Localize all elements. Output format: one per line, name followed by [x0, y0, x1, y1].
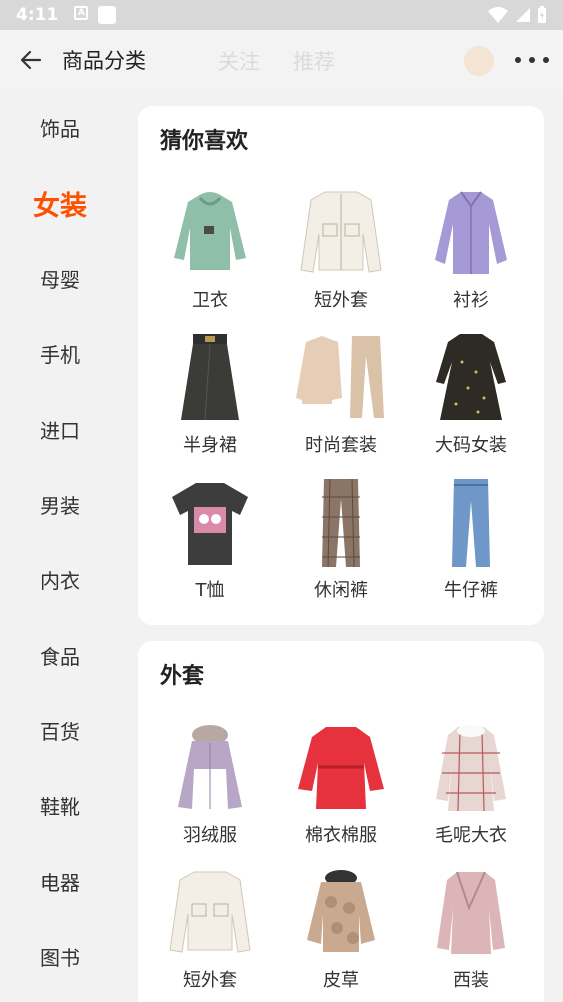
ghost-tab-follow: 关注	[218, 50, 260, 74]
category-tile-short-jacket[interactable]: 短外套	[276, 178, 406, 316]
tile-label: 羽绒服	[183, 825, 237, 846]
section-card-recommended: 猜你喜欢 卫衣 短外套 衬衫 半身裙 时尚套装 大码女装 T恤 休闲裤 牛仔裤	[138, 106, 544, 625]
category-tile-jeans[interactable]: 牛仔裤	[406, 468, 536, 606]
category-tile-padded-coat[interactable]: 棉衣棉服	[276, 713, 406, 851]
sidebar-item-shoes[interactable]: 鞋靴	[0, 775, 120, 835]
category-tile-casual-pants[interactable]: 休闲裤	[276, 468, 406, 606]
tile-label: 短外套	[314, 290, 368, 311]
tile-label: 西装	[453, 970, 489, 991]
more-dot	[515, 57, 521, 63]
sidebar-item-label: 饰品	[40, 116, 80, 141]
tile-label: 卫衣	[192, 290, 228, 311]
sidebar-item-label: 手机	[40, 342, 80, 367]
wifi-icon	[488, 7, 508, 23]
category-tile-wool-coat[interactable]: 毛呢大衣	[406, 713, 536, 851]
more-button[interactable]	[515, 44, 549, 76]
tile-label: 大码女装	[435, 435, 507, 456]
category-tile-down-jacket[interactable]: 羽绒服	[145, 713, 275, 851]
arrow-left-icon	[20, 50, 42, 70]
sidebar-item-mens[interactable]: 男装	[0, 474, 120, 534]
status-time: 4:11	[16, 5, 59, 25]
shirt-icon	[426, 184, 516, 282]
ghost-avatar	[464, 46, 494, 76]
top-bar: 商品分类 关注 推荐	[0, 30, 563, 90]
sidebar-item-label: 母婴	[40, 267, 80, 292]
signal-icon	[516, 8, 530, 22]
dress-icon	[426, 329, 516, 427]
section-title: 外套	[160, 664, 205, 689]
tile-label: 牛仔裤	[444, 580, 498, 601]
category-tile-short-jacket-2[interactable]: 短外套	[145, 858, 275, 996]
category-tile-shirt[interactable]: 衬衫	[406, 178, 536, 316]
sidebar-item-label: 女装	[33, 190, 87, 222]
battery-icon	[538, 6, 546, 23]
ghost-tab-recommend: 推荐	[293, 50, 335, 74]
back-button[interactable]	[0, 30, 62, 90]
category-tile-fur[interactable]: 皮草	[276, 858, 406, 996]
sidebar-item-label: 百货	[40, 719, 80, 744]
category-tile-skirt[interactable]: 半身裙	[145, 323, 275, 461]
section-title: 猜你喜欢	[160, 129, 249, 154]
sidebar-item-womens[interactable]: 女装	[0, 173, 120, 233]
page-title: 商品分类	[62, 49, 146, 73]
sidebar-item-label: 内衣	[40, 568, 80, 593]
tile-label: T恤	[195, 580, 225, 601]
category-tile-plus-size[interactable]: 大码女装	[406, 323, 536, 461]
section-card-outerwear: 外套 羽绒服 棉衣棉服 毛呢大衣 短外套 皮草 西装	[138, 641, 544, 1002]
more-dot	[529, 57, 535, 63]
sidebar-item-underwear[interactable]: 内衣	[0, 549, 120, 609]
tile-label: 毛呢大衣	[435, 825, 507, 846]
fur-coat-icon	[296, 864, 386, 962]
sidebar-item-label: 食品	[40, 644, 80, 669]
category-tile-hoodie[interactable]: 卫衣	[145, 178, 275, 316]
pants-icon	[296, 474, 386, 572]
notification-a-icon: A	[74, 6, 89, 20]
short-jacket-icon	[296, 184, 386, 282]
tile-label: 皮草	[323, 970, 359, 991]
sidebar-item-electronics[interactable]: 电器	[0, 851, 120, 911]
tile-label: 休闲裤	[314, 580, 368, 601]
sidebar-item-baby[interactable]: 母婴	[0, 248, 120, 308]
sidebar-item-general[interactable]: 百货	[0, 700, 120, 760]
suit-set-icon	[296, 329, 386, 427]
sidebar-item-accessories[interactable]: 饰品	[0, 97, 120, 157]
tile-label: 时尚套装	[305, 435, 377, 456]
tshirt-icon	[165, 474, 255, 572]
padded-coat-icon	[296, 719, 386, 817]
hoodie-icon	[165, 184, 255, 282]
short-jacket-icon	[165, 864, 255, 962]
sidebar-item-label: 电器	[40, 870, 80, 895]
category-tile-blazer[interactable]: 西装	[406, 858, 536, 996]
sidebar-item-phones[interactable]: 手机	[0, 323, 120, 383]
sidebar-item-label: 进口	[40, 418, 80, 443]
more-dot	[543, 57, 549, 63]
notification-app-icon	[98, 6, 117, 24]
sidebar-item-food[interactable]: 食品	[0, 625, 120, 685]
category-tile-suit-set[interactable]: 时尚套装	[276, 323, 406, 461]
jeans-icon	[426, 474, 516, 572]
wool-coat-icon	[426, 719, 516, 817]
down-jacket-icon	[165, 719, 255, 817]
sidebar-item-label: 图书	[40, 945, 80, 970]
category-sidebar: 饰品 女装 母婴 手机 进口 男装 内衣 食品 百货 鞋靴 电器 图书	[0, 90, 120, 1002]
tile-label: 衬衫	[453, 290, 489, 311]
sidebar-item-imports[interactable]: 进口	[0, 399, 120, 459]
tile-label: 棉衣棉服	[305, 825, 377, 846]
sidebar-item-label: 鞋靴	[40, 794, 80, 819]
tile-label: 短外套	[183, 970, 237, 991]
sidebar-item-books[interactable]: 图书	[0, 926, 120, 986]
tile-label: 半身裙	[183, 435, 237, 456]
sidebar-item-label: 男装	[40, 493, 80, 518]
status-bar: 4:11 A	[0, 0, 563, 30]
blazer-icon	[426, 864, 516, 962]
category-tile-tshirt[interactable]: T恤	[145, 468, 275, 606]
skirt-icon	[165, 329, 255, 427]
